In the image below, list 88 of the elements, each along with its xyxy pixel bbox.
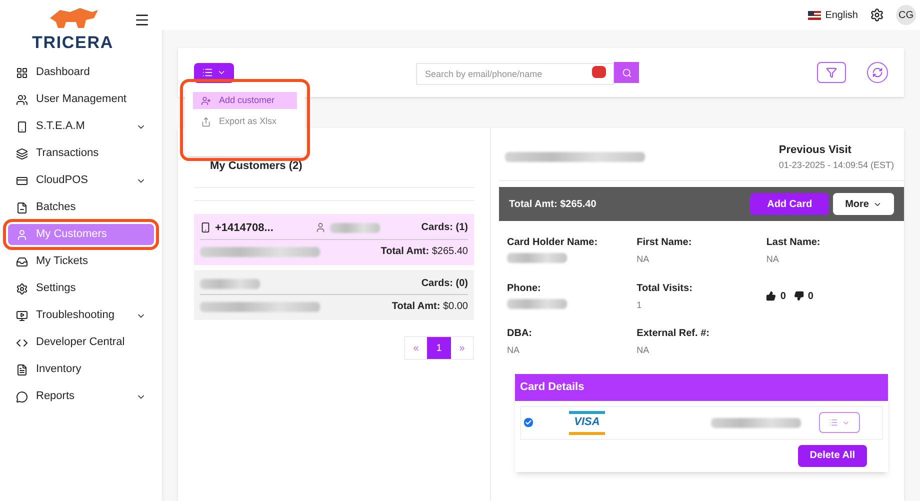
sidebar-item[interactable]: Reports — [8, 386, 154, 407]
menu-icon[interactable] — [134, 12, 150, 28]
nav-icon — [16, 148, 28, 160]
sidebar-item[interactable]: Batches — [8, 197, 154, 218]
card-count: Cards: (1) — [421, 221, 468, 236]
nav-icon — [16, 390, 28, 402]
nav-icon — [16, 364, 28, 376]
nav-icon — [16, 174, 28, 186]
nav-icon — [16, 228, 28, 240]
search-field[interactable]: Search by email/phone/name — [416, 62, 614, 84]
filter-icon — [826, 67, 837, 78]
thumbs-up-icon — [766, 291, 776, 302]
sidebar-item[interactable]: Dashboard — [8, 62, 154, 83]
nav-icon — [16, 310, 28, 322]
caret-icon — [217, 68, 226, 77]
card-checkbox[interactable] — [524, 418, 533, 427]
nav-icon — [16, 336, 28, 348]
blurred-text — [200, 278, 260, 288]
sidebar-item[interactable]: S.T.E.A.M — [8, 116, 154, 137]
dislike-count: 0 — [808, 290, 814, 304]
filter-button[interactable] — [817, 62, 846, 83]
field-value: NA — [636, 344, 650, 357]
blurred-text — [507, 298, 567, 308]
language-selector[interactable]: English — [825, 8, 858, 22]
checkmark-icon — [525, 419, 532, 426]
sidebar-item[interactable]: My Tickets — [8, 251, 154, 272]
customer-row[interactable]: Cards: (0) Total Amt: $0.00 — [194, 270, 474, 320]
nav-icon — [16, 94, 28, 106]
detail-total: Total Amt: $265.40 — [509, 198, 598, 212]
sidebar-item[interactable]: Troubleshooting — [8, 305, 154, 326]
thumbs-down-icon — [794, 291, 804, 302]
menu-item-icon — [201, 96, 211, 106]
nav-icon — [16, 282, 28, 294]
customer-phone: +1414708... — [215, 220, 274, 236]
card-actions-button[interactable] — [819, 412, 860, 433]
settings-icon[interactable] — [870, 8, 884, 22]
menu-item[interactable]: Export as Xlsx — [193, 113, 297, 130]
field-label: Phone: — [507, 282, 542, 296]
card-brand-logo: VISA — [569, 410, 605, 434]
menu-item[interactable]: Add customer — [193, 92, 297, 109]
search-button[interactable] — [614, 62, 639, 83]
refresh-button[interactable] — [867, 62, 888, 83]
field-value: NA — [636, 253, 650, 266]
field-value: 1 — [636, 298, 643, 312]
field-label: DBA: — [507, 327, 533, 341]
customer-row[interactable]: +1414708... Cards: (1) Total Amt: $265.40 — [194, 214, 474, 265]
field-label: First Name: — [636, 236, 693, 250]
refresh-icon — [872, 67, 883, 78]
total-amount: Total Amt: $265.40 — [380, 245, 468, 259]
nav-icon — [16, 66, 28, 78]
page-link[interactable]: 1 — [427, 337, 451, 359]
nav-icon — [16, 256, 28, 268]
add-card-button[interactable]: Add Card — [750, 193, 830, 215]
card-details-title: Card Details — [515, 374, 888, 400]
sidebar-item[interactable]: Transactions — [8, 143, 154, 164]
section-title: My Customers (2) — [210, 159, 304, 174]
field-value: NA — [507, 344, 521, 357]
like-count: 0 — [780, 290, 786, 304]
field-value: NA — [766, 253, 780, 266]
previous-visit-date: 01-23-2025 - 14:09:54 (EST) — [778, 158, 894, 172]
total-amount: Total Amt: $0.00 — [392, 300, 468, 314]
more-button[interactable]: More — [833, 193, 894, 215]
sidebar-item[interactable]: Developer Central — [8, 332, 154, 353]
field-label: External Ref. #: — [636, 327, 710, 341]
menu-item-icon — [201, 116, 211, 126]
delete-all-button[interactable]: Delete All — [798, 444, 867, 466]
field-label: Card Holder Name: — [507, 236, 599, 250]
previous-visit-label: Previous Visit — [778, 143, 852, 158]
blurred-text — [330, 222, 380, 233]
list-icon — [829, 418, 838, 427]
nav-icon — [16, 202, 28, 214]
sidebar-item[interactable]: Settings — [8, 278, 154, 299]
phone-icon — [200, 222, 211, 234]
field-label: Total Visits: — [636, 282, 694, 296]
sidebar-item[interactable]: Inventory — [8, 359, 154, 380]
actions-menu-button[interactable] — [194, 62, 234, 82]
search-icon — [622, 68, 632, 78]
brand-name: TRICERA — [32, 32, 114, 54]
card-count: Cards: (0) — [421, 277, 468, 291]
flag-icon — [808, 10, 822, 20]
sidebar-item[interactable]: User Management — [8, 89, 154, 110]
user-icon — [314, 222, 326, 234]
field-label: Last Name: — [766, 236, 822, 250]
user-avatar[interactable]: CG — [896, 5, 916, 25]
list-icon — [202, 67, 213, 78]
nav-icon — [16, 120, 28, 132]
blurred-text — [507, 253, 567, 263]
sidebar-item[interactable]: CloudPOS — [8, 170, 154, 191]
